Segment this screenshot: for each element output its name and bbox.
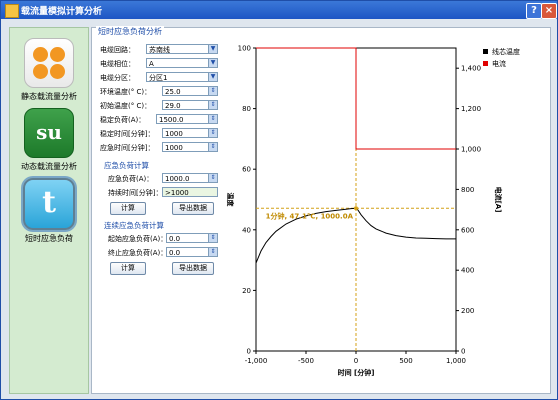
stumbleupon-icon: su <box>24 108 74 158</box>
close-button[interactable]: × <box>541 3 557 19</box>
sidebar-item-dynamic-capacity[interactable]: su 动态载流量分析 <box>10 108 88 172</box>
sidebar-item-label: 动态载流量分析 <box>21 162 77 171</box>
x-tick-label: -500 <box>298 357 314 365</box>
duration-output: >1000 <box>162 187 218 197</box>
sidebar: 静态载流量分析 su 动态载流量分析 t 短时应急负荷 <box>9 27 89 394</box>
y-left-axis-label: 温度 <box>226 193 235 208</box>
initial-temp-stepper[interactable]: 29.0 ⇕ <box>162 100 218 110</box>
y-right-tick-label: 800 <box>461 186 474 194</box>
continuous-export-button[interactable]: 导出数据 <box>172 262 214 275</box>
legend-label: 电流 <box>492 59 506 68</box>
window-title: 载流量模拟计算分析 <box>21 7 103 17</box>
ambient-temp-label: 环境温度(° C)： <box>100 88 152 96</box>
cable-partition-label: 电缆分区： <box>100 74 135 82</box>
sidebar-item-label: 静态载流量分析 <box>21 92 77 101</box>
cable-circuit-label: 电缆回路： <box>100 46 135 54</box>
chevron-down-icon: ▼ <box>208 45 217 53</box>
x-tick-label: 1,000 <box>446 357 466 365</box>
y-left-tick-label: 100 <box>238 45 251 53</box>
x-tick-label: -1,000 <box>245 357 268 365</box>
spin-icon: ⇕ <box>208 101 217 109</box>
temperature-current-chart: -1,000 -500 0 500 1,000020406080100020040060… <box>226 45 520 378</box>
duration-label: 持续时间[分钟]： <box>108 189 163 197</box>
cable-phase-label: 电缆相位： <box>100 60 135 68</box>
chevron-down-icon: ▼ <box>208 73 217 81</box>
y-right-tick-label: 1,200 <box>461 105 481 113</box>
y-left-tick-label: 60 <box>242 166 251 174</box>
app-window: 载流量模拟计算分析 ? × 静态载流量分析 su 动态载流量分析 t 短时应急负… <box>0 0 558 400</box>
y-left-tick-label: 80 <box>242 105 251 113</box>
app-icon <box>5 4 19 18</box>
initial-temp-label: 初始温度(° C)： <box>100 102 152 110</box>
emergency-load-label: 应急负荷(A)： <box>108 175 154 183</box>
main-content: 短时应急负荷分析 电缆回路： 苏南线 ▼ 电缆相位： A ▼ 电缆分区： 分区1 ▼ … <box>91 26 551 394</box>
steady-time-label: 稳定时间[分钟]： <box>100 130 155 138</box>
legend-swatch <box>483 61 488 66</box>
start-load-stepper[interactable]: 0.0 ⇕ <box>166 233 218 243</box>
y-left-tick-label: 20 <box>242 287 251 295</box>
help-button[interactable]: ? <box>526 3 542 19</box>
twitter-icon: t <box>23 178 75 230</box>
chart-area: -1,000 -500 0 500 1,000 0 20 40 60 80 100 0 200 400 60… <box>222 34 550 389</box>
emergency-load-stepper[interactable]: 1000.0 ⇕ <box>162 173 218 183</box>
sidebar-item-label: 短时应急负荷 <box>25 234 73 243</box>
spin-icon: ⇕ <box>208 143 217 151</box>
sidebar-item-static-capacity[interactable]: 静态载流量分析 <box>10 38 88 102</box>
ambient-temp-stepper[interactable]: 25.0 ⇕ <box>162 86 218 96</box>
steady-load-stepper[interactable]: 1500.0 ⇕ <box>156 114 218 124</box>
emergency-calc-button[interactable]: 计算 <box>110 202 146 215</box>
steady-load-label: 稳定负荷(A)： <box>100 116 146 124</box>
steady-time-stepper[interactable]: 1000 ⇕ <box>162 128 218 138</box>
cable-circuit-select[interactable]: 苏南线 ▼ <box>146 44 218 54</box>
y-right-tick-label: 1,400 <box>461 65 481 73</box>
start-load-label: 起始应急负荷(A)： <box>108 235 168 243</box>
annotation-point <box>354 206 358 211</box>
legend-swatch <box>483 49 488 54</box>
spin-icon: ⇕ <box>208 115 217 123</box>
spin-icon: ⇕ <box>208 129 217 137</box>
y-right-tick-label: 0 <box>461 348 465 356</box>
spin-icon: ⇕ <box>208 248 217 256</box>
chevron-down-icon: ▼ <box>208 59 217 67</box>
spin-icon: ⇕ <box>208 174 217 182</box>
y-left-tick-label: 40 <box>242 226 251 234</box>
x-tick-label: 500 <box>399 357 412 365</box>
spin-icon: ⇕ <box>208 87 217 95</box>
end-load-label: 终止应急负荷(A)： <box>108 249 168 257</box>
orange-dots-icon <box>24 38 74 88</box>
legend-label: 线芯温度 <box>492 47 520 56</box>
emergency-time-stepper[interactable]: 1000 ⇕ <box>162 142 218 152</box>
continuous-calc-button[interactable]: 计算 <box>110 262 146 275</box>
end-load-stepper[interactable]: 0.0 ⇕ <box>166 247 218 257</box>
emergency-export-button[interactable]: 导出数据 <box>172 202 214 215</box>
y-right-tick-label: 200 <box>461 307 474 315</box>
continuous-calc-title: 连续应急负荷计算 <box>104 221 164 230</box>
x-axis-label: 时间 [分钟] <box>338 368 375 377</box>
y-right-axis-label: 电流[A] <box>494 187 503 213</box>
annotation-label: 1分钟, 47.1°C, 1000.0A <box>266 211 354 220</box>
cable-phase-select[interactable]: A ▼ <box>146 58 218 68</box>
y-right-tick-label: 1,000 <box>461 146 481 154</box>
section-title: 短时应急负荷分析 <box>96 26 164 37</box>
params-panel: 电缆回路： 苏南线 ▼ 电缆相位： A ▼ 电缆分区： 分区1 ▼ 环境温度(° C)… <box>96 38 218 388</box>
y-left-tick-label: 0 <box>247 348 251 356</box>
title-bar: 载流量模拟计算分析 ? × <box>1 1 557 19</box>
y-right-tick-label: 600 <box>461 226 474 234</box>
cable-partition-select[interactable]: 分区1 ▼ <box>146 72 218 82</box>
emergency-calc-title: 应急负荷计算 <box>104 161 149 170</box>
y-right-tick-label: 400 <box>461 267 474 275</box>
sidebar-item-emergency-load[interactable]: t 短时应急负荷 <box>10 178 88 244</box>
spin-icon: ⇕ <box>208 234 217 242</box>
x-tick-label: 0 <box>354 357 358 365</box>
emergency-time-label: 应急时间[分钟]： <box>100 144 155 152</box>
